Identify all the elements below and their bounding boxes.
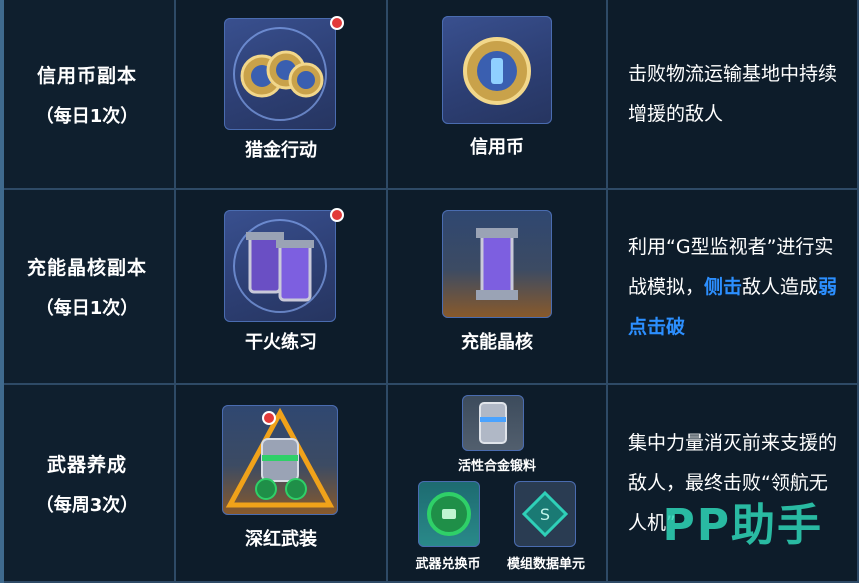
- description-text: 击败物流运输基地中持续增援的敌人: [628, 63, 838, 125]
- activity-cell[interactable]: 猎金行动: [176, 0, 388, 190]
- activity-cell[interactable]: 深红武装: [176, 385, 388, 583]
- svg-text:S: S: [540, 505, 550, 524]
- reward-label: 模组数据单元: [506, 557, 585, 572]
- description-part: 敌人造成: [742, 275, 819, 298]
- description-cell: 击败物流运输基地中持续增援的敌人: [608, 0, 859, 190]
- description-text: 利用“G型监视者”进行实战模拟，侧击敌人造成弱点击破: [628, 227, 841, 347]
- dungeon-name: 武器养成: [46, 453, 127, 476]
- dungeon-frequency: （每日1次）: [35, 105, 139, 127]
- reward-cell: 活性合金锻料 S 武器兑换币 模组数据单元: [388, 385, 608, 583]
- activity-label: 猎金行动: [245, 140, 317, 161]
- activity-cell[interactable]: 干火练习: [176, 190, 388, 385]
- watermark-logo: PP助手: [662, 500, 823, 551]
- gold-coins-icon[interactable]: [224, 18, 336, 130]
- crimson-armament-icon[interactable]: [222, 405, 338, 515]
- alloy-canister-icon: [462, 395, 524, 451]
- dungeon-frequency: （每周3次）: [35, 494, 139, 516]
- reward-label: 信用币: [470, 137, 524, 158]
- dungeon-name: 信用币副本: [36, 64, 137, 87]
- description-cell: 利用“G型监视者”进行实战模拟，侧击敌人造成弱点击破: [608, 190, 859, 385]
- notification-dot-icon: [330, 208, 344, 222]
- dungeon-name: 充能晶核副本: [26, 257, 147, 279]
- energy-core-icon: [442, 210, 552, 318]
- notification-dot-icon: [330, 16, 344, 30]
- row-name-cell: 武器养成 （每周3次）: [0, 385, 176, 583]
- dungeon-frequency: （每日1次）: [35, 298, 139, 319]
- activity-label: 深红武装: [245, 529, 317, 550]
- reward-cell: 信用币: [388, 0, 608, 190]
- highlight-flank: 侧击: [704, 275, 743, 298]
- row-name-cell: 信用币副本 （每日1次）: [0, 0, 176, 190]
- row-name-cell: 充能晶核副本 （每日1次）: [0, 190, 176, 385]
- description-cell: 集中力量消灭前来支援的敌人，最终击败“领航无人机”: [608, 385, 859, 583]
- energy-cells-icon[interactable]: [224, 210, 336, 322]
- notification-dot-icon: [262, 411, 276, 425]
- weapon-exchange-coin-icon: [418, 481, 480, 547]
- activity-label: 干火练习: [245, 332, 317, 353]
- module-data-unit-icon: S: [514, 481, 576, 547]
- reward-label: 充能晶核: [461, 332, 533, 353]
- left-border: [0, 0, 4, 583]
- reward-label: 活性合金锻料: [457, 459, 536, 474]
- reward-cell: 充能晶核: [388, 190, 608, 385]
- credit-coin-icon: [442, 16, 552, 124]
